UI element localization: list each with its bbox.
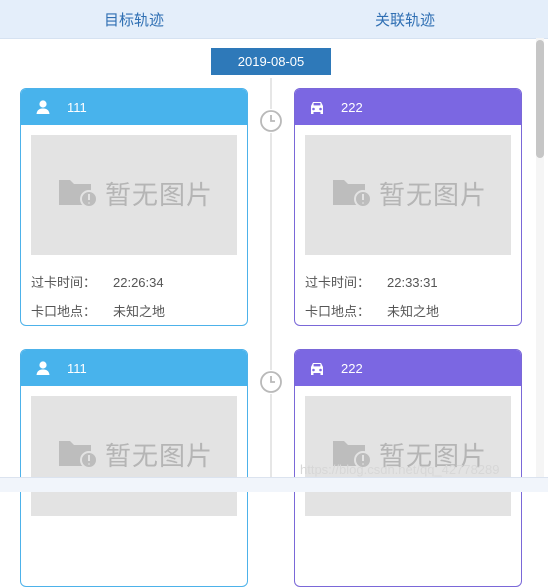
track-card-related[interactable]: 222 暂无图片 过卡时间： 22:33:31 卡口地点： 未知之地 (294, 88, 522, 326)
photo-placeholder: 暂无图片 (305, 396, 511, 516)
watermark: https://blog.csdn.net/qq_42778289 (300, 462, 500, 477)
card-id: 222 (341, 361, 363, 376)
clock-icon (259, 109, 283, 133)
pass-time-label: 过卡时间： (305, 275, 371, 290)
pass-time-row: 过卡时间： 22:26:34 (31, 272, 164, 291)
pass-time-label: 过卡时间： (31, 275, 97, 290)
card-header: 222 (295, 350, 521, 386)
folder-icon (59, 441, 98, 469)
card-header: 222 (295, 89, 521, 125)
checkpoint-value: 未知之地 (387, 304, 440, 319)
pass-time-row: 过卡时间： 22:33:31 (305, 272, 438, 291)
card-id: 222 (341, 100, 363, 115)
person-icon (36, 100, 50, 114)
photo-placeholder: 暂无图片 (31, 135, 237, 255)
pass-time-value: 22:26:34 (113, 275, 164, 290)
clock-icon (259, 370, 283, 394)
no-image-text: 暂无图片 (105, 180, 214, 210)
photo-placeholder: 暂无图片 (305, 135, 511, 255)
no-image-text: 暂无图片 (379, 180, 488, 210)
no-image-text: 暂无图片 (105, 441, 214, 471)
checkpoint-row: 卡口地点： 未知之地 (31, 301, 165, 320)
card-header: 111 (21, 89, 247, 125)
checkpoint-value: 未知之地 (113, 304, 166, 319)
tab-related-track[interactable]: 关联轨迹 (375, 9, 435, 30)
checkpoint-label: 卡口地点： (31, 304, 97, 319)
car-icon (311, 363, 323, 375)
person-icon (36, 361, 50, 375)
date-badge: 2019-08-05 (211, 48, 331, 75)
folder-icon (333, 180, 372, 208)
card-header: 111 (21, 350, 247, 386)
scrollbar-thumb[interactable] (536, 40, 544, 158)
car-icon (311, 102, 323, 114)
timeline-line (270, 78, 272, 478)
checkpoint-row: 卡口地点： 未知之地 (305, 301, 439, 320)
track-card-target[interactable]: 111 暂无图片 (20, 349, 248, 587)
tab-target-track[interactable]: 目标轨迹 (104, 9, 164, 30)
pass-time-value: 22:33:31 (387, 275, 438, 290)
folder-icon (59, 180, 98, 208)
track-card-target[interactable]: 111 暂无图片 过卡时间： 22:26:34 卡口地点： 未知之地 (20, 88, 248, 326)
bottom-bar (0, 477, 548, 492)
card-id: 111 (67, 361, 87, 376)
card-id: 111 (67, 100, 87, 115)
photo-placeholder: 暂无图片 (31, 396, 237, 516)
checkpoint-label: 卡口地点： (305, 304, 371, 319)
tab-header: 目标轨迹 关联轨迹 (0, 0, 548, 39)
